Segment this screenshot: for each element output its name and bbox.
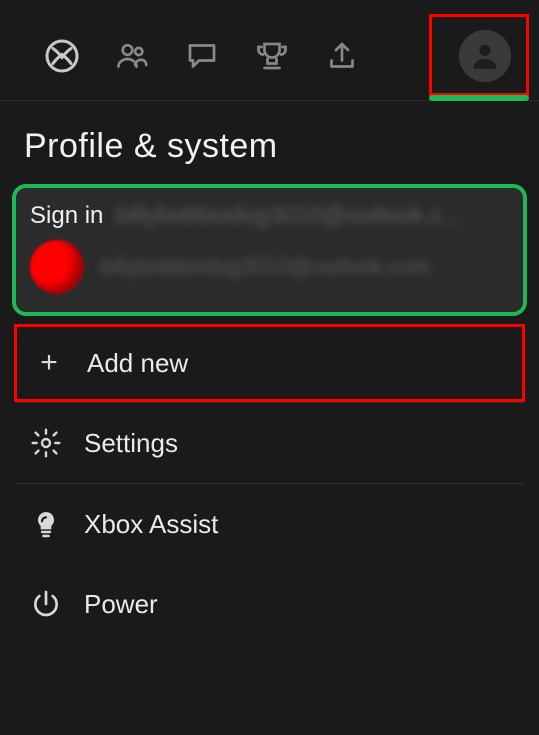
avatar <box>30 240 84 294</box>
plus-icon: + <box>31 345 67 381</box>
xbox-tab[interactable] <box>42 36 82 76</box>
upload-tab[interactable] <box>322 36 362 76</box>
xbox-icon <box>44 38 80 74</box>
menu: + Add new Settings Xbox Assist Power <box>0 324 539 644</box>
power-label: Power <box>84 589 158 620</box>
signin-email-masked: billybobbiodog3010@outlook.c... <box>115 202 509 230</box>
chat-tab[interactable] <box>182 36 222 76</box>
top-tab-bar <box>0 0 539 101</box>
gear-icon <box>28 425 64 461</box>
lightbulb-icon <box>28 506 64 542</box>
signin-label: Sign in <box>30 202 103 230</box>
chat-icon <box>184 38 220 74</box>
people-icon <box>114 38 150 74</box>
achievements-tab[interactable] <box>252 36 292 76</box>
xbox-assist-button[interactable]: Xbox Assist <box>14 484 525 564</box>
active-tab-underline <box>429 95 529 101</box>
account-card[interactable]: Sign in billybobbiodog3010@outlook.c... … <box>12 184 527 316</box>
settings-label: Settings <box>84 428 178 459</box>
signin-row: Sign in billybobbiodog3010@outlook.c... <box>30 202 509 230</box>
friends-tab[interactable] <box>112 36 152 76</box>
xbox-assist-label: Xbox Assist <box>84 509 218 540</box>
power-icon <box>28 586 64 622</box>
account-email-masked: billybobbiodog3010@outlook.com <box>100 254 431 280</box>
upload-icon <box>324 38 360 74</box>
account-row: billybobbiodog3010@outlook.com <box>30 240 509 294</box>
profile-tab[interactable] <box>459 30 511 82</box>
trophy-icon <box>254 38 290 74</box>
page-title: Profile & system <box>0 101 539 180</box>
add-new-button[interactable]: + Add new <box>14 324 525 402</box>
person-icon <box>468 39 502 73</box>
add-new-label: Add new <box>87 348 188 379</box>
power-button[interactable]: Power <box>14 564 525 644</box>
settings-button[interactable]: Settings <box>14 403 525 483</box>
